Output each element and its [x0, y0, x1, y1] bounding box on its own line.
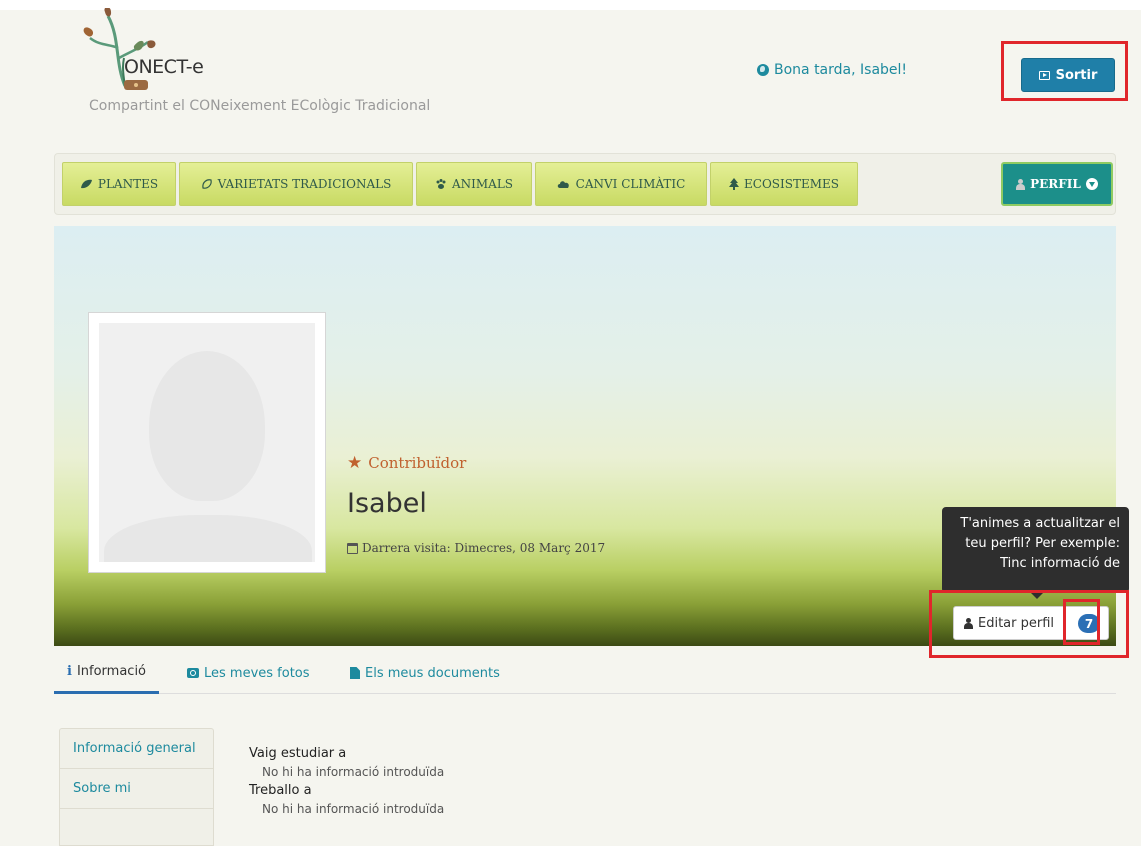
site-logo[interactable] — [70, 8, 220, 98]
nav-item-animals[interactable]: ANIMALS — [416, 162, 532, 206]
calendar-icon — [347, 542, 358, 554]
highlight-badge — [1063, 599, 1100, 645]
nav-item-varietats[interactable]: VARIETATS TRADICIONALS — [179, 162, 413, 206]
star-icon: ★ — [347, 452, 363, 473]
tree-icon — [729, 178, 739, 190]
user-greeting: Bona tarda, Isabel! — [757, 62, 907, 78]
studied-value: No hi ha informació introduïda — [262, 765, 445, 779]
main-nav: PLANTES VARIETATS TRADICIONALS ANIMALS C… — [54, 153, 1116, 215]
right-strip — [1141, 0, 1147, 846]
profile-menu-button[interactable]: PERFIL — [1001, 162, 1113, 206]
info-icon: i — [67, 664, 72, 679]
nav-item-label: PLANTES — [97, 177, 159, 191]
site-tagline: Compartint el CONeixement ECològic Tradi… — [89, 98, 431, 114]
tab-label: Els meus documents — [365, 665, 500, 681]
nav-item-label: VARIETATS TRADICIONALS — [217, 177, 392, 191]
user-icon — [964, 617, 973, 629]
profile-info: Vaig estudiar a No hi ha informació intr… — [249, 746, 444, 820]
logout-button[interactable]: Sortir — [1021, 58, 1115, 92]
tab-label: Informació — [76, 664, 147, 679]
profile-tabs: i Informació Les meves fotos Els meus do… — [54, 652, 1116, 694]
info-sidemenu: Informació general Sobre mi — [59, 728, 214, 846]
seed-icon — [201, 179, 212, 189]
tab-label: Les meves fotos — [204, 665, 310, 681]
work-value: No hi ha informació introduïda — [262, 802, 445, 816]
profile-name: Isabel — [347, 488, 427, 519]
profile-banner: ★ Contribuïdor Isabel Darrera visita: Di… — [54, 226, 1129, 658]
last-visit: Darrera visita: Dimecres, 08 Març 2017 — [347, 541, 605, 555]
studied-label: Vaig estudiar a — [249, 746, 347, 761]
avatar-placeholder — [99, 323, 315, 562]
leaf-icon — [80, 179, 92, 189]
sidemenu-item-sobre-mi[interactable]: Sobre mi — [60, 769, 213, 809]
logo-text: ONECT-e — [124, 56, 204, 78]
user-role-label: Contribuïdor — [368, 454, 467, 472]
last-visit-text: Darrera visita: Dimecres, 08 Març 2017 — [362, 541, 606, 555]
greeting-text: Bona tarda, Isabel! — [774, 62, 908, 78]
sign-out-icon — [1038, 70, 1050, 80]
nav-item-label: ECOSISTEMES — [744, 177, 839, 191]
nav-item-canvi-climatic[interactable]: CANVI CLIMÀTIC — [535, 162, 707, 206]
camera-icon — [187, 668, 199, 678]
cloud-icon — [557, 181, 569, 188]
avatar-body-shape — [104, 515, 312, 562]
nav-item-plantes[interactable]: PLANTES — [62, 162, 176, 206]
user-role: ★ Contribuïdor — [347, 454, 466, 472]
nav-item-label: CANVI CLIMÀTIC — [575, 177, 686, 191]
work-label: Treballo a — [249, 783, 312, 798]
globe-icon — [757, 64, 769, 76]
logout-label: Sortir — [1055, 67, 1098, 83]
avatar[interactable] — [88, 312, 326, 573]
paw-icon — [436, 179, 446, 189]
tab-els-meus-documents[interactable]: Els meus documents — [350, 652, 500, 694]
edit-profile-label: Editar perfil — [978, 615, 1055, 631]
avatar-head-shape — [149, 351, 265, 501]
chevron-down-icon — [1085, 178, 1098, 190]
sidemenu-item-informacio-general[interactable]: Informació general — [60, 729, 213, 769]
edit-profile-tooltip: T'animes a actualitzar el teu perfil? Pe… — [942, 507, 1129, 599]
nav-item-ecosistemes[interactable]: ECOSISTEMES — [710, 162, 858, 206]
tab-les-meves-fotos[interactable]: Les meves fotos — [187, 652, 310, 694]
nav-item-label: ANIMALS — [451, 177, 514, 191]
tab-informacio[interactable]: i Informació — [54, 652, 160, 694]
profile-menu-label: PERFIL — [1030, 177, 1081, 191]
document-icon — [350, 667, 360, 679]
user-icon — [1016, 178, 1026, 190]
